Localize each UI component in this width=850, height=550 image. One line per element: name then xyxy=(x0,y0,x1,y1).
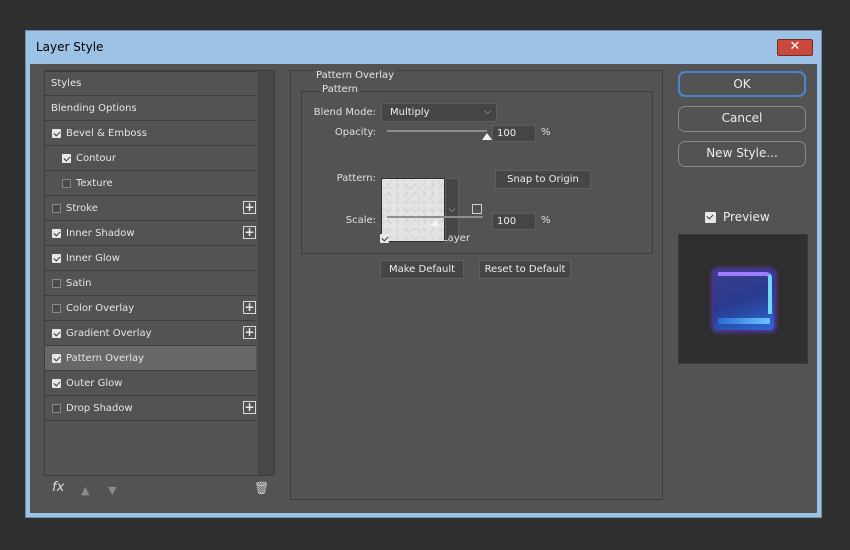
sidebar-item-label: Drop Shadow xyxy=(66,402,133,414)
sidebar-item-checkbox[interactable] xyxy=(52,353,61,363)
link-with-layer-label: Link with Layer xyxy=(394,233,470,244)
add-effect-plus-icon[interactable]: + xyxy=(243,201,256,214)
scale-input[interactable]: 100 xyxy=(492,213,536,230)
blend-mode-value: Multiply xyxy=(390,107,430,118)
opacity-label: Opacity: xyxy=(334,127,376,138)
blend-mode-label: Blend Mode: xyxy=(313,107,376,118)
dialog-content: Styles Blending Options Bevel & Emboss Cont… xyxy=(30,64,817,513)
blend-mode-select[interactable]: Multiply ⌵ xyxy=(381,103,497,122)
ok-button[interactable]: OK xyxy=(678,71,806,97)
preview-label: Preview xyxy=(723,210,770,224)
scale-slider-thumb[interactable] xyxy=(430,219,440,226)
trash-icon[interactable]: 🗑 xyxy=(254,481,269,495)
sidebar-item-styles[interactable]: Styles xyxy=(45,71,256,96)
sidebar-item-label: Stroke xyxy=(66,202,98,214)
sidebar-item-satin[interactable]: Satin xyxy=(45,271,256,296)
preview-toggle[interactable]: Preview xyxy=(705,210,770,224)
sidebar-item-label: Gradient Overlay xyxy=(66,327,152,339)
pattern-label: Pattern: xyxy=(336,173,376,184)
sidebar-item-checkbox[interactable] xyxy=(52,128,61,138)
sidebar-item-label: Color Overlay xyxy=(66,302,135,314)
new-style-button[interactable]: New Style... xyxy=(678,141,806,167)
sidebar-item-color-overlay[interactable]: Color Overlay + xyxy=(45,296,256,321)
sidebar-item-pattern-overlay[interactable]: Pattern Overlay xyxy=(45,346,256,371)
sidebar-item-outer-glow[interactable]: Outer Glow xyxy=(45,371,256,396)
add-effect-plus-icon[interactable]: + xyxy=(243,301,256,314)
sidebar-item-checkbox[interactable] xyxy=(52,203,61,213)
new-preset-icon[interactable] xyxy=(472,204,482,214)
close-button[interactable]: ✕ xyxy=(777,39,813,56)
scale-label: Scale: xyxy=(345,215,376,226)
sidebar-item-label: Texture xyxy=(76,177,113,189)
pattern-overlay-title: Pattern Overlay xyxy=(314,70,397,81)
cancel-button[interactable]: Cancel xyxy=(678,106,806,132)
add-effect-plus-icon[interactable]: + xyxy=(243,226,256,239)
link-with-layer-row[interactable]: Link with Layer xyxy=(380,233,470,244)
sidebar-item-checkbox[interactable] xyxy=(52,278,61,288)
sidebar-item-contour[interactable]: Contour xyxy=(45,146,256,171)
sidebar-item-checkbox[interactable] xyxy=(62,153,71,163)
style-preview xyxy=(678,234,808,364)
add-effect-plus-icon[interactable]: + xyxy=(243,401,256,414)
opacity-input[interactable]: 100 xyxy=(492,125,536,142)
add-effect-plus-icon[interactable]: + xyxy=(243,326,256,339)
sidebar-item-label: Contour xyxy=(76,152,116,164)
sidebar-item-checkbox[interactable] xyxy=(52,378,61,388)
window-title: Layer Style xyxy=(36,40,104,54)
layer-style-dialog: Layer Style ✕ Styles Blending Options Beve… xyxy=(25,30,822,518)
styles-list: Styles Blending Options Bevel & Emboss Cont… xyxy=(44,70,275,476)
sidebar-item-stroke[interactable]: Stroke + xyxy=(45,196,256,221)
sidebar-item-texture[interactable]: Texture xyxy=(45,171,256,196)
sidebar-item-inner-shadow[interactable]: Inner Shadow + xyxy=(45,221,256,246)
make-default-button[interactable]: Make Default xyxy=(380,260,464,279)
sidebar-item-label: Pattern Overlay xyxy=(66,352,145,364)
fx-icon[interactable]: fx xyxy=(52,480,64,495)
sidebar-item-label: Styles xyxy=(51,78,82,89)
styles-list-items: Styles Blending Options Bevel & Emboss Cont… xyxy=(45,71,256,421)
move-down-icon[interactable]: ▼ xyxy=(108,484,116,497)
sidebar-item-blending-options[interactable]: Blending Options xyxy=(45,96,256,121)
reset-to-default-button[interactable]: Reset to Default xyxy=(479,260,571,279)
styles-list-scrollbar[interactable] xyxy=(258,71,274,475)
opacity-slider-thumb[interactable] xyxy=(482,133,492,140)
sidebar-item-checkbox[interactable] xyxy=(62,178,71,188)
preview-thumbnail xyxy=(712,268,776,332)
title-bar[interactable]: Layer Style ✕ xyxy=(26,31,821,61)
snap-to-origin-button[interactable]: Snap to Origin xyxy=(495,170,591,189)
sidebar-item-checkbox[interactable] xyxy=(52,303,61,313)
sidebar-item-label: Inner Glow xyxy=(66,252,120,264)
sidebar-item-checkbox[interactable] xyxy=(52,328,61,338)
pattern-subtitle: Pattern xyxy=(320,84,360,95)
scale-slider-track[interactable] xyxy=(387,216,483,218)
move-up-icon[interactable]: ▲ xyxy=(81,484,89,497)
sidebar-item-checkbox[interactable] xyxy=(52,228,61,238)
sidebar-item-label: Outer Glow xyxy=(66,377,123,389)
opacity-slider-track[interactable] xyxy=(387,130,487,132)
sidebar-item-label: Inner Shadow xyxy=(66,227,135,239)
sidebar-item-inner-glow[interactable]: Inner Glow xyxy=(45,246,256,271)
chevron-down-icon: ⌵ xyxy=(448,205,456,215)
sidebar-item-label: Satin xyxy=(66,277,92,289)
sidebar-item-drop-shadow[interactable]: Drop Shadow + xyxy=(45,396,256,421)
link-with-layer-checkbox[interactable] xyxy=(380,234,389,243)
chevron-down-icon: ⌵ xyxy=(484,107,491,117)
sidebar-item-checkbox[interactable] xyxy=(52,253,61,263)
sidebar-item-gradient-overlay[interactable]: Gradient Overlay + xyxy=(45,321,256,346)
sidebar-item-checkbox[interactable] xyxy=(52,403,61,413)
sidebar-item-label: Blending Options xyxy=(51,102,137,114)
preview-checkbox[interactable] xyxy=(705,211,716,223)
sidebar-item-bevel-emboss[interactable]: Bevel & Emboss xyxy=(45,121,256,146)
sidebar-item-label: Bevel & Emboss xyxy=(66,127,147,139)
opacity-unit: % xyxy=(541,127,551,138)
scale-unit: % xyxy=(541,215,551,226)
